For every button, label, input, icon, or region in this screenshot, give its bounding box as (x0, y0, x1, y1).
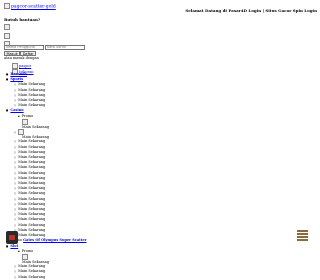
login-button[interactable]: Masuk (4, 50, 21, 56)
menu-icon[interactable] (297, 230, 308, 244)
login-form: MasukDaftar atau masuk dengan (4, 44, 85, 61)
help-text: Butuh bantuan? (4, 17, 41, 22)
broken-image-icon (18, 129, 25, 136)
promo-feature-link[interactable]: Gates Of Olympus Super Scatter (23, 238, 86, 242)
broken-image-icon (22, 118, 28, 125)
main-menu: Beranda Sports Main Sekarang Main Sekara… (6, 72, 86, 280)
chat-icon[interactable] (4, 24, 10, 30)
register-button[interactable]: Daftar (20, 50, 37, 56)
broken-image-icon (4, 3, 10, 9)
whatsapp-icon[interactable] (4, 32, 10, 39)
forgot-password-link[interactable]: atau masuk dengan (4, 56, 85, 61)
site-logo[interactable]: pagcor-scatter-gold (4, 3, 56, 10)
main-sekarang-link[interactable]: Main Sekarang (6, 275, 86, 280)
lock-icon (6, 231, 18, 244)
password-input[interactable] (45, 44, 85, 50)
username-input[interactable] (4, 44, 44, 50)
welcome-text: Selamat Datang di Pasar4D Login | Situs … (185, 8, 317, 13)
